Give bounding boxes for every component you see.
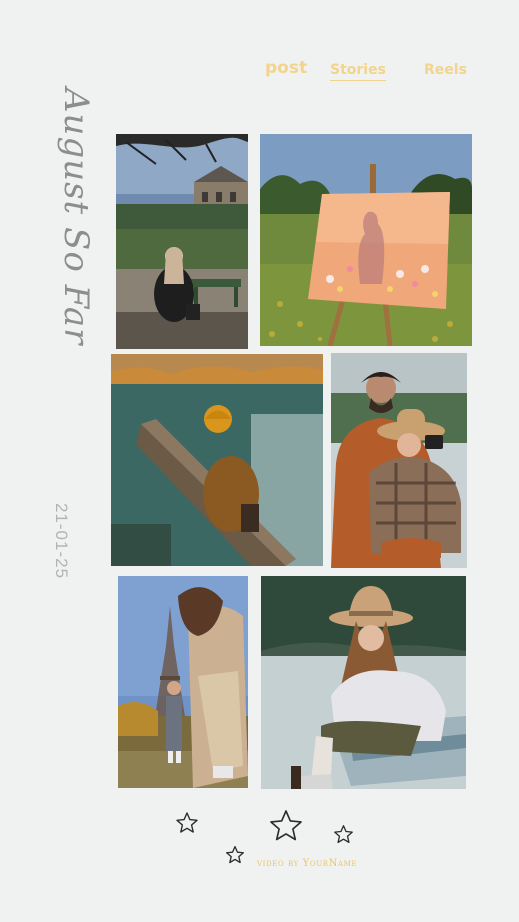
photo-lake-log xyxy=(111,354,323,566)
boat-photo-icon xyxy=(261,576,466,789)
story-canvas: post Stories Reels August So Far 21-01-2… xyxy=(0,0,519,922)
tab-post[interactable]: post xyxy=(265,58,307,78)
photo-eiffel-girl xyxy=(118,576,248,788)
star-icon xyxy=(334,825,353,844)
star-icon xyxy=(176,812,198,833)
photo-couple-camera xyxy=(331,353,467,568)
photo-easel-painting xyxy=(260,134,472,346)
easel-painting-photo-icon xyxy=(260,134,472,346)
photo-paris-bench xyxy=(116,134,248,349)
date-label: 21-01-25 xyxy=(52,502,71,580)
couple-camera-photo-icon xyxy=(331,353,467,568)
paris-bench-photo-icon xyxy=(116,134,248,349)
tab-stories[interactable]: Stories xyxy=(330,62,386,81)
photo-boat-girl xyxy=(261,576,466,789)
lake-log-photo-icon xyxy=(111,354,323,566)
page-title: August So Far xyxy=(56,88,96,346)
eiffel-tower-photo-icon xyxy=(118,576,248,788)
star-icon xyxy=(226,846,244,864)
tab-reels[interactable]: Reels xyxy=(424,62,467,78)
star-icon xyxy=(270,810,302,841)
video-credit: video by YourName xyxy=(257,858,358,869)
